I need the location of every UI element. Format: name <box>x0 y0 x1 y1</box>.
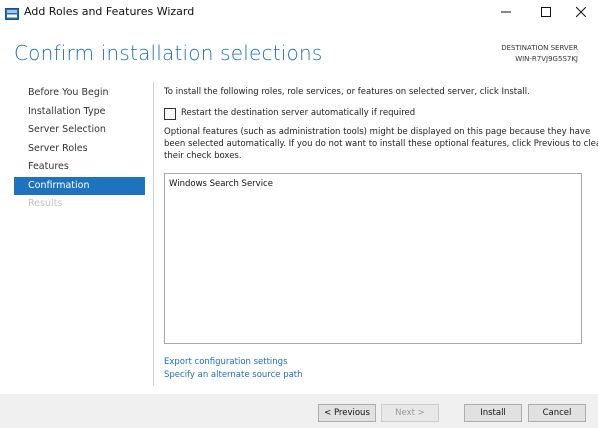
nav-item-installation-type[interactable]: Installation Type <box>14 103 145 122</box>
note-line: their check boxes. <box>164 151 242 161</box>
alternate-source-path-link[interactable]: Specify an alternate source path <box>164 370 303 380</box>
note-line: Optional features (such as administratio… <box>164 127 591 137</box>
nav-item-before-you-begin[interactable]: Before You Begin <box>14 84 145 103</box>
window-title: Add Roles and Features Wizard <box>24 5 195 18</box>
close-button[interactable] <box>563 0 598 24</box>
wizard-nav: Before You Begin Installation Type Serve… <box>14 84 145 214</box>
nav-item-features[interactable]: Features <box>14 158 145 177</box>
nav-item-results: Results <box>28 198 63 209</box>
server-manager-icon <box>5 5 19 20</box>
minimize-icon <box>501 11 511 13</box>
nav-item-confirmation[interactable]: Confirmation <box>14 176 145 195</box>
nav-item-server-selection[interactable]: Server Selection <box>14 121 145 140</box>
previous-button[interactable]: < Previous <box>318 404 376 422</box>
next-button[interactable]: Next > <box>381 404 439 422</box>
list-item: Windows Search Service <box>169 179 273 189</box>
minimize-button[interactable] <box>488 0 524 24</box>
page-title: Confirm installation selections <box>14 41 323 65</box>
optional-features-note: Optional features (such as administratio… <box>164 126 598 162</box>
cancel-button[interactable]: Cancel <box>528 404 586 422</box>
install-button[interactable]: Install <box>464 404 522 422</box>
selected-features-list[interactable]: Windows Search Service <box>164 173 582 344</box>
restart-checkbox-label[interactable]: Restart the destination server automatic… <box>181 108 415 118</box>
restart-checkbox[interactable] <box>164 108 176 120</box>
maximize-icon <box>541 7 551 17</box>
nav-item-server-roles[interactable]: Server Roles <box>14 140 145 159</box>
destination-server-name: WIN-R7VJ9G5S7KJ <box>515 55 578 63</box>
export-configuration-link[interactable]: Export configuration settings <box>164 357 288 367</box>
destination-server-label: DESTINATION SERVER <box>501 44 578 52</box>
maximize-button[interactable] <box>528 0 564 24</box>
nav-divider <box>153 82 154 386</box>
note-line: been selected automatically. If you do n… <box>164 139 598 149</box>
title-bar: Add Roles and Features Wizard <box>0 0 598 24</box>
intro-text: To install the following roles, role ser… <box>164 87 530 97</box>
close-icon <box>576 7 586 17</box>
